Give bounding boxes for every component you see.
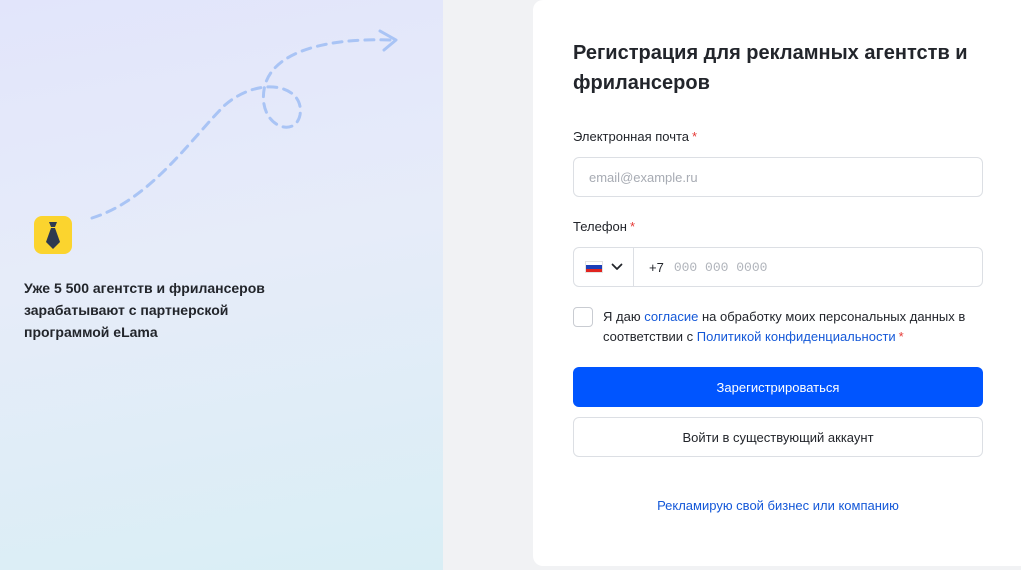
register-button[interactable]: Зарегистрироваться — [573, 367, 983, 407]
phone-field: +7 — [573, 247, 983, 287]
email-label: Электронная почта * — [573, 129, 697, 144]
promo-panel: Уже 5 500 агентств и фрилансеров зарабат… — [0, 0, 443, 570]
chevron-down-icon — [611, 263, 622, 270]
promo-text: Уже 5 500 агентств и фрилансеров зарабат… — [24, 280, 265, 340]
login-button[interactable]: Войти в существующий аккаунт — [573, 417, 983, 457]
email-input[interactable] — [573, 157, 983, 197]
phone-country-code: +7 — [649, 259, 664, 275]
dashed-arrow-decoration — [90, 29, 398, 220]
registration-card: Регистрация для рекламных агентств и фри… — [533, 0, 1021, 566]
phone-input[interactable] — [673, 252, 954, 282]
ru-flag-icon — [584, 261, 603, 273]
tie-icon — [46, 222, 60, 249]
page-background — [443, 0, 533, 570]
business-advertiser-link[interactable]: Рекламирую свой бизнес или компанию — [573, 498, 983, 513]
required-mark: * — [898, 329, 904, 344]
consent-text: Я даю согласие на обработку моих персона… — [603, 307, 983, 347]
privacy-policy-link[interactable]: Политикой конфиденциальности — [697, 329, 896, 344]
phone-label: Телефон * — [573, 219, 635, 234]
email-label-text: Электронная почта — [573, 129, 690, 144]
consent-text-part: Я даю — [603, 309, 641, 324]
phone-label-text: Телефон — [573, 219, 627, 234]
consent-checkbox[interactable] — [573, 307, 593, 327]
form-title: Регистрация для рекламных агентств и фри… — [573, 42, 968, 94]
elama-logo — [34, 216, 72, 254]
required-mark: * — [629, 219, 635, 234]
required-mark: * — [692, 129, 698, 144]
consent-link[interactable]: согласие — [644, 309, 698, 324]
country-selector[interactable] — [574, 248, 634, 286]
